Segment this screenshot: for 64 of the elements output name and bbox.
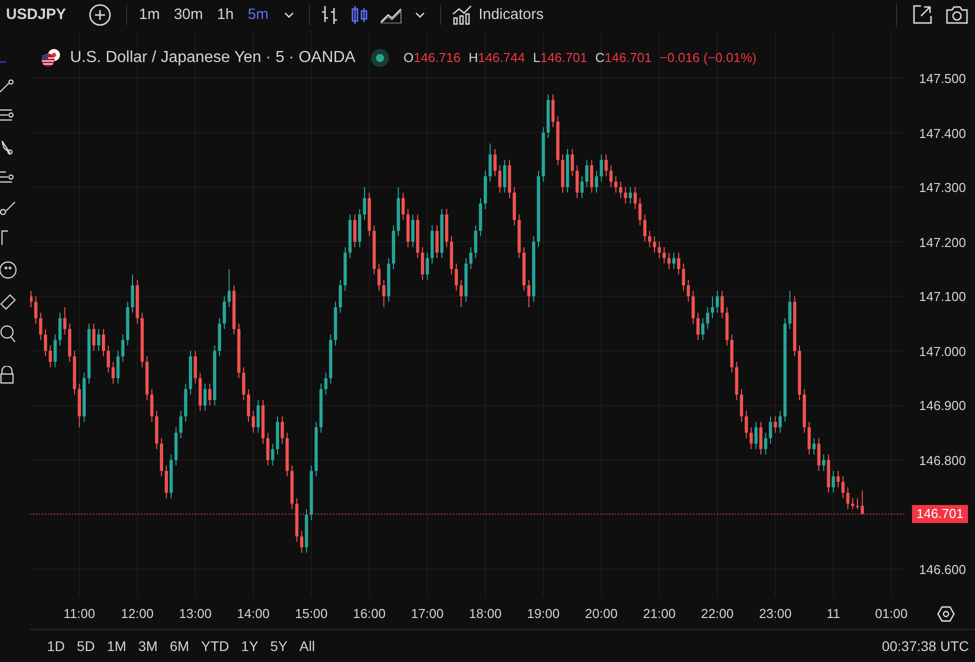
time-label: 14:00 (237, 605, 270, 623)
flag-icon (40, 49, 62, 67)
ohlc-value: 146.701 (540, 49, 588, 68)
interval-button[interactable]: 30m (168, 4, 210, 26)
price-change: −0.016 (−0.01%) (660, 49, 756, 68)
symbol-label[interactable]: USDJPY (0, 4, 80, 26)
ohlc-label: L (532, 49, 540, 68)
ohlc-label: C (595, 49, 605, 68)
price-label: 146.800 (919, 452, 966, 470)
ohlc-label: H (468, 49, 478, 68)
price-label: 147.400 (919, 124, 966, 143)
last-price-badge: 146.701 (912, 505, 968, 524)
settings-icon[interactable] (937, 605, 955, 623)
clock-label: 00:37:38 UTC (882, 636, 969, 656)
time-label: 22:00 (701, 605, 734, 623)
bar-chart-icon (450, 4, 473, 26)
range-button[interactable]: All (294, 636, 320, 656)
range-button[interactable]: 5Y (265, 636, 292, 656)
ohlc-value: 146.744 (478, 49, 525, 68)
time-label: 11:00 (64, 605, 96, 623)
lock-icon[interactable] (0, 366, 14, 384)
bracket-icon[interactable] (0, 230, 10, 246)
emoji-icon[interactable] (0, 261, 18, 279)
time-label: 17:00 (411, 605, 444, 623)
price-label: 147.000 (919, 342, 966, 361)
time-label: 19:00 (527, 605, 560, 623)
range-button[interactable]: 5D (72, 636, 100, 656)
time-label: 21:00 (643, 605, 676, 623)
time-label: 18:00 (469, 605, 502, 623)
time-label: 16:00 (353, 605, 386, 623)
range-button[interactable]: 1Y (236, 636, 264, 656)
price-label: 147.100 (919, 288, 966, 306)
range-button[interactable]: 1D (42, 636, 70, 656)
time-label: 01:00 (875, 605, 908, 623)
ohlc-label: O (403, 49, 414, 68)
interval-button[interactable]: 1h (211, 4, 240, 26)
trend-line-icon[interactable] (0, 79, 14, 93)
range-button[interactable]: YTD (196, 636, 234, 656)
price-label: 146.600 (919, 561, 966, 580)
price-label: 147.200 (919, 234, 966, 252)
range-button[interactable]: 1M (102, 636, 132, 656)
ohlc-value: 146.701 (604, 49, 652, 68)
interval-button[interactable]: 5m (242, 4, 275, 26)
chart-title: U.S. Dollar / Japanese Yen · 5 · OANDA (70, 48, 356, 68)
price-label: 147.300 (919, 179, 966, 198)
add-symbol-icon[interactable] (88, 3, 112, 27)
ruler-icon[interactable] (0, 294, 16, 310)
zoom-icon[interactable] (0, 325, 16, 343)
time-label: 13:00 (179, 605, 212, 623)
time-label: 11 (826, 605, 840, 623)
share-icon[interactable] (911, 4, 933, 26)
interval-button[interactable]: 1m (133, 4, 166, 26)
time-label: 12:00 (121, 605, 154, 623)
time-label: 15:00 (295, 605, 328, 623)
price-label: 147.500 (919, 70, 966, 88)
status-dot-icon (371, 49, 390, 67)
time-label: 23:00 (759, 605, 792, 623)
time-label: 20:00 (585, 605, 618, 623)
camera-icon[interactable] (945, 4, 969, 26)
range-button[interactable]: 6M (164, 636, 194, 656)
ohlc-value: 146.716 (414, 49, 461, 68)
range-button[interactable]: 3M (133, 636, 163, 656)
indicators-button[interactable]: Indicators (446, 4, 548, 26)
price-label: 146.900 (919, 397, 966, 416)
